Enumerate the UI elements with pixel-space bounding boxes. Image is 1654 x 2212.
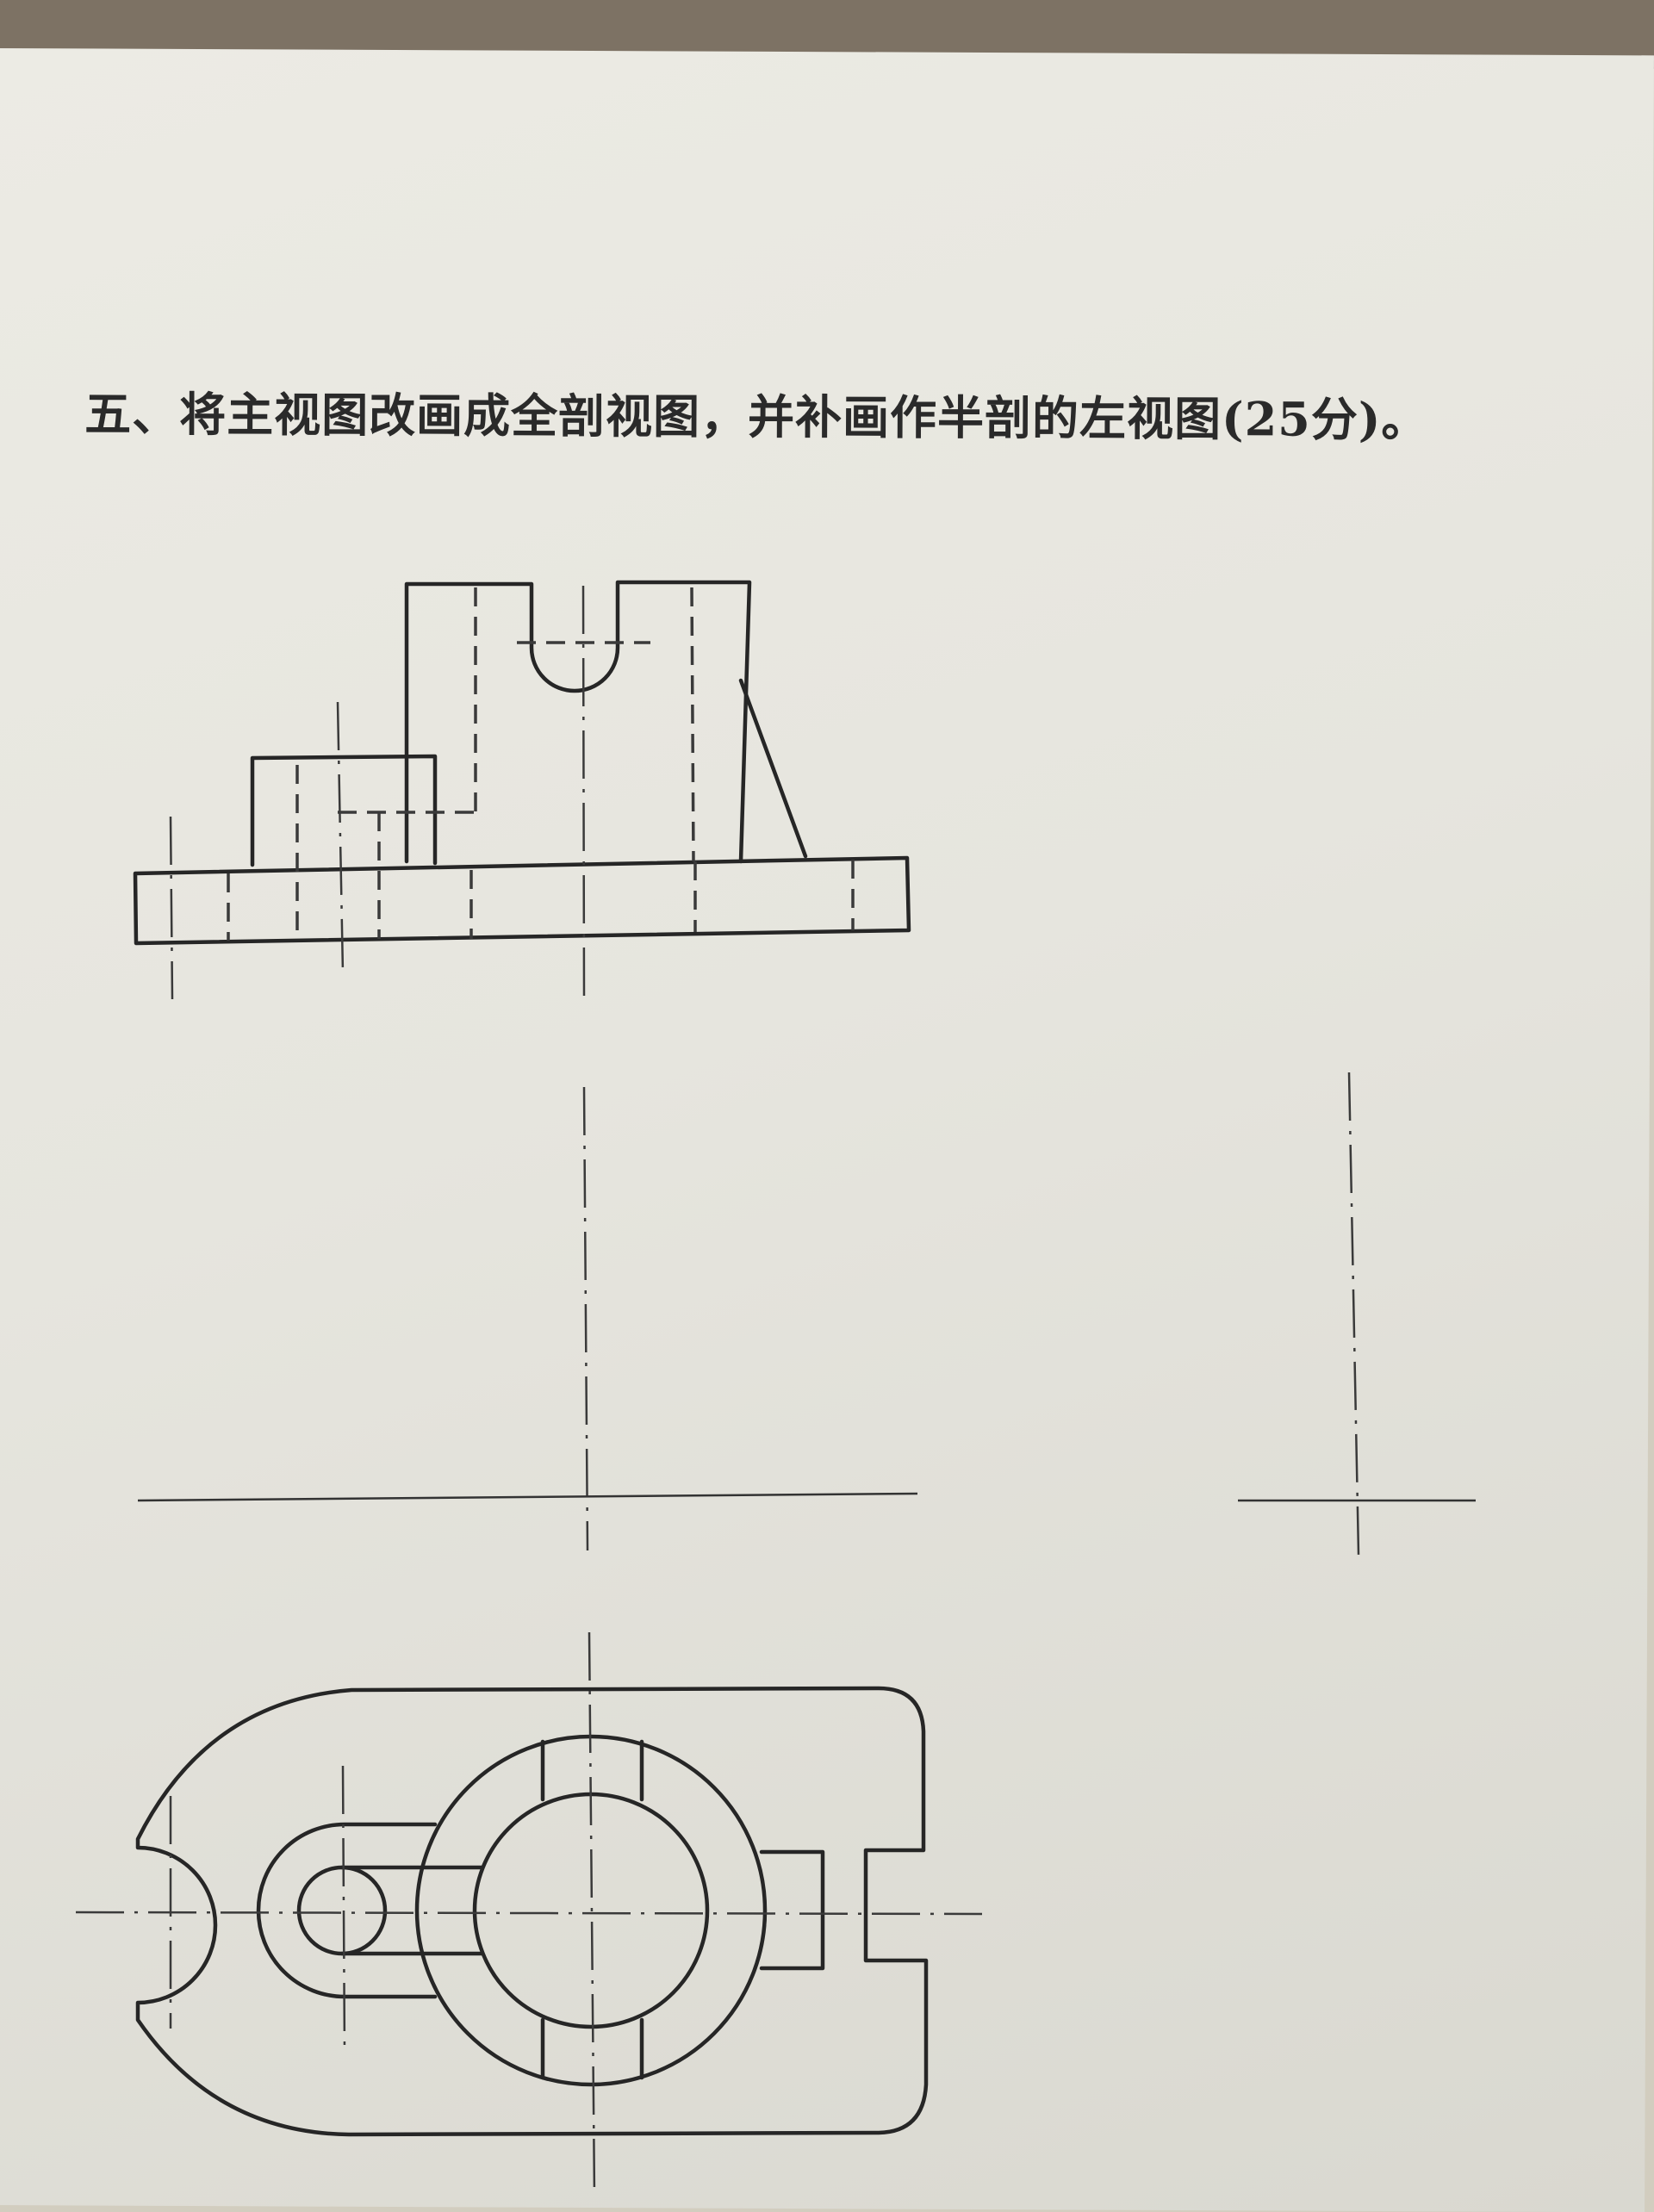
top-center-line bbox=[341, 1765, 346, 2055]
top-outer-contour bbox=[135, 1686, 929, 2137]
top-small-hole bbox=[296, 1865, 388, 1956]
front-center-line bbox=[169, 816, 174, 1000]
section-view-axes bbox=[137, 1086, 918, 1551]
vertical-center-line bbox=[582, 1086, 589, 1551]
top-center-line bbox=[75, 1911, 983, 1916]
side-vertical-center-line bbox=[1347, 1072, 1360, 1556]
baseline bbox=[137, 1492, 918, 1502]
side-view-axes bbox=[1238, 1072, 1476, 1556]
front-base-plate bbox=[133, 855, 911, 946]
front-upright-outline bbox=[404, 580, 752, 864]
top-view bbox=[75, 1631, 983, 2197]
top-boss-outline bbox=[256, 1822, 438, 1999]
front-center-line bbox=[336, 701, 345, 974]
front-hidden-line bbox=[690, 587, 695, 862]
top-rib bbox=[759, 1849, 825, 1971]
front-view bbox=[133, 580, 911, 1000]
technical-drawing bbox=[75, 580, 1476, 2197]
top-center-line bbox=[588, 1631, 596, 2197]
front-rib-line bbox=[738, 678, 808, 859]
